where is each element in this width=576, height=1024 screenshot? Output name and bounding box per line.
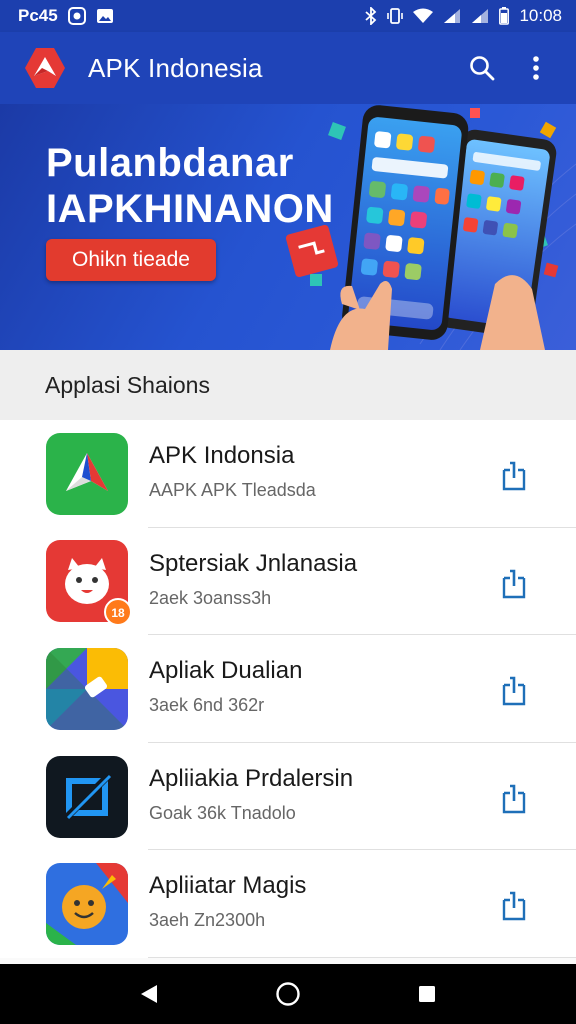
- recents-icon: [418, 986, 435, 1002]
- search-icon: [470, 56, 495, 81]
- svg-text:18: 18: [111, 606, 125, 620]
- download-icon: [502, 892, 526, 921]
- system-nav-bar: [0, 964, 576, 1024]
- search-button[interactable]: [460, 46, 504, 90]
- download-icon: [502, 461, 526, 491]
- section-title: Applasi Shaions: [45, 371, 210, 398]
- list-item[interactable]: Apliak Dualian 3aek 6nd 362r: [0, 635, 576, 743]
- phones-illustration: [285, 105, 576, 350]
- status-bar: Pc45 10:08: [0, 0, 576, 32]
- home-icon: [276, 982, 300, 1006]
- image-notification-icon: [96, 8, 114, 24]
- app-title: APK Indonesia: [88, 52, 263, 83]
- app-name: Apliiatar Magis: [149, 872, 307, 900]
- back-icon: [141, 985, 158, 1003]
- download-button[interactable]: [496, 781, 532, 817]
- app-bar: APK Indonesia: [0, 32, 576, 104]
- app-subtitle: 2aek 3oanss3h: [149, 587, 272, 608]
- battery-icon: [499, 7, 510, 25]
- download-icon: [502, 676, 526, 706]
- app-name: Apliiakia Prdalersin: [149, 764, 354, 792]
- list-item[interactable]: Apliiakia Prdalersin Goak 36k Tnadolo: [0, 743, 576, 851]
- download-button[interactable]: [496, 566, 532, 602]
- app-subtitle: AAPK APK Tleadsda: [149, 480, 316, 500]
- app-list: APK Indonsia AAPK APK Tleadsda 18 Spters…: [0, 420, 576, 958]
- red-arrow-logo-icon: [46, 432, 128, 515]
- download-icon: [502, 569, 526, 598]
- download-button[interactable]: [496, 888, 532, 924]
- list-item[interactable]: 18 Sptersiak Jnlanasia 2aek 3oanss3h: [0, 528, 576, 636]
- app-subtitle: 3aek 6nd 362r: [149, 695, 265, 716]
- list-item[interactable]: Apliiatar Magis 3aeh Zn2300h: [0, 850, 576, 958]
- divider: [148, 956, 576, 958]
- download-button[interactable]: [496, 673, 532, 709]
- vibrate-icon: [387, 7, 404, 25]
- app-name: Apliak Dualian: [149, 657, 303, 685]
- download-icon: [502, 784, 526, 813]
- slash-frame-icon: [46, 755, 128, 838]
- back-button[interactable]: [125, 970, 173, 1018]
- colorful-play-icon: [46, 647, 128, 730]
- app-logo-icon: [22, 45, 68, 91]
- app-subtitle: Goak 36k Tnadolo: [149, 802, 296, 823]
- cartoon-mascot-icon: 18: [46, 540, 132, 627]
- download-button[interactable]: [496, 458, 532, 494]
- section-header: Applasi Shaions: [0, 350, 576, 420]
- list-item[interactable]: APK Indonsia AAPK APK Tleadsda: [0, 420, 576, 528]
- app-name: Sptersiak Jnlanasia: [149, 549, 358, 577]
- smiley-face-icon: [46, 863, 128, 946]
- promo-banner[interactable]: Pulanbdanar IAPKHINANON Ohikn tieade: [0, 104, 576, 350]
- app-subtitle: 3aeh Zn2300h: [149, 910, 266, 931]
- notification-icon: [67, 7, 86, 25]
- status-time: 10:08: [519, 6, 562, 25]
- signal-icon-2: [471, 8, 489, 24]
- status-left-text: Pc45: [18, 6, 58, 25]
- banner-cta-button[interactable]: Ohikn tieade: [46, 239, 216, 281]
- signal-icon: [443, 8, 461, 24]
- wifi-icon: [413, 8, 434, 24]
- app-name: APK Indonsia: [149, 442, 295, 469]
- bluetooth-icon: [365, 7, 377, 25]
- more-options-button[interactable]: [514, 46, 558, 90]
- recents-button[interactable]: [403, 970, 451, 1018]
- more-vert-icon: [533, 56, 539, 80]
- home-button[interactable]: [264, 970, 312, 1018]
